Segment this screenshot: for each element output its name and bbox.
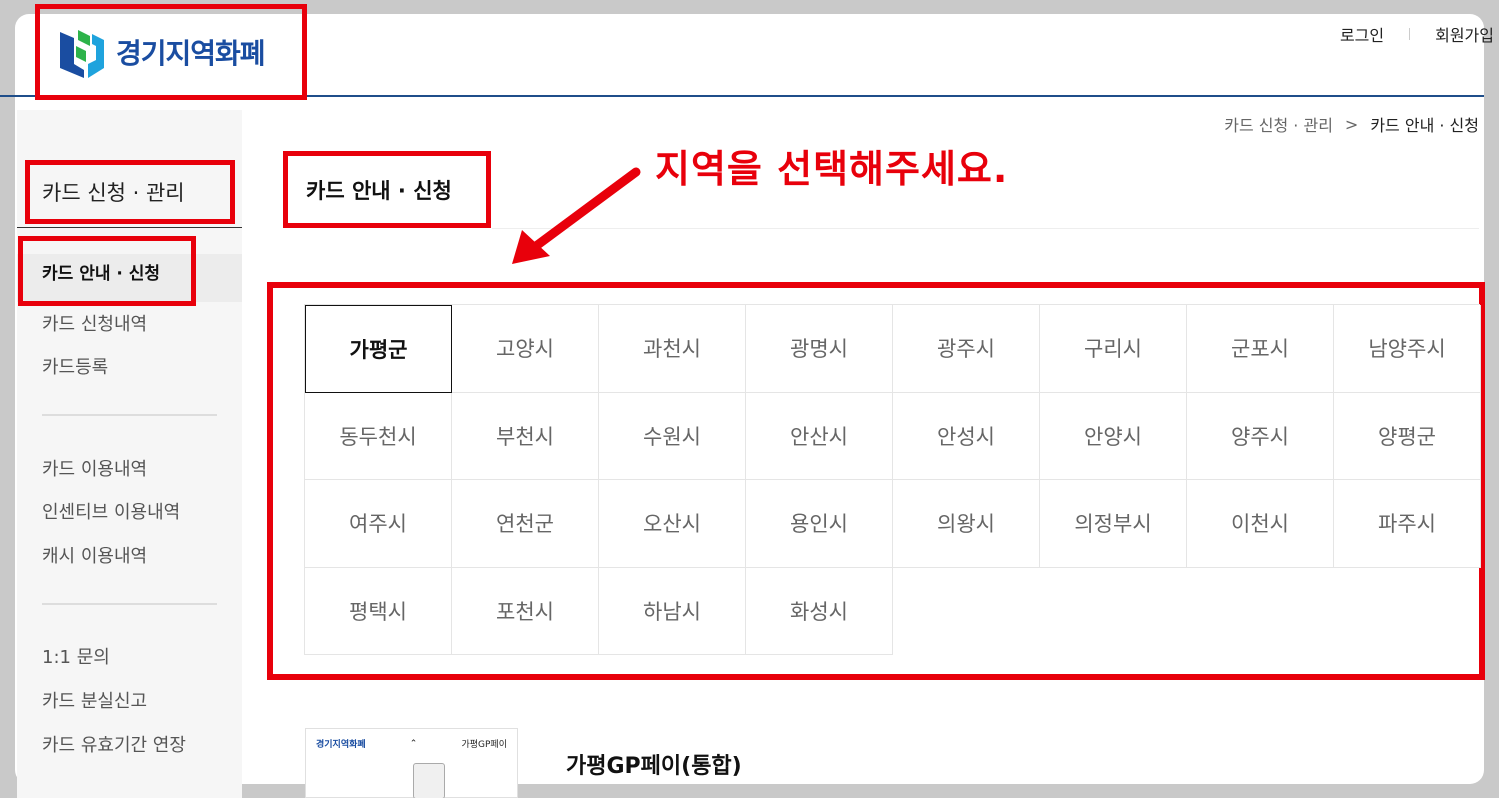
breadcrumb: 카드 신청 · 관리 > 카드 안내 · 신청 [1224,112,1479,136]
region-option[interactable]: 안양시 [1040,392,1187,480]
top-links: 로그인 회원가입 [1340,22,1494,46]
region-option[interactable]: 연천군 [452,480,599,568]
region-option[interactable]: 양주시 [1187,392,1334,480]
sidebar-item-card-guide[interactable]: 카드 안내 · 신청 [18,236,196,306]
region-grid: 가평군 고양시 과천시 광명시 광주시 구리시 군포시 남양주시동두천시 부천시 수원시 안산시 안성… [304,304,1481,655]
sidebar-item-card-extension[interactable]: 카드 유효기간 연장 [42,731,186,757]
login-link[interactable]: 로그인 [1340,22,1384,46]
sidebar-item-card-application-history[interactable]: 카드 신청내역 [42,310,147,336]
region-option[interactable]: 과천시 [599,305,746,393]
sidebar-title: 카드 신청 · 관리 [25,160,235,224]
region-option[interactable]: 동두천시 [305,392,452,480]
region-option[interactable]: 오산시 [599,480,746,568]
region-option[interactable]: 화성시 [746,567,893,655]
sidebar-item-incentive-usage[interactable]: 인센티브 이용내역 [42,498,180,524]
sidebar-item-lost-card-report[interactable]: 카드 분실신고 [42,687,147,713]
sidebar-divider [42,603,217,605]
region-option[interactable]: 부천시 [452,392,599,480]
card-chip-icon [413,763,445,798]
card-thumbnail-logo: 경기지역화폐 [316,740,366,750]
region-option[interactable]: 하남시 [599,567,746,655]
sidebar-item-cash-usage[interactable]: 캐시 이용내역 [42,542,147,568]
page-title: 카드 안내 · 신청 [283,151,491,228]
logo-text: 경기지역화폐 [116,37,266,70]
region-option[interactable]: 이천시 [1187,480,1334,568]
region-option[interactable]: 의왕시 [893,480,1040,568]
region-option[interactable]: 평택시 [305,567,452,655]
region-option[interactable]: 구리시 [1040,305,1187,393]
annotation-arrow-icon [512,167,641,264]
sidebar-title-underline [17,227,242,228]
signup-link[interactable]: 회원가입 [1435,22,1494,46]
region-option[interactable]: 의정부시 [1040,480,1187,568]
region-option[interactable]: 파주시 [1334,480,1481,568]
region-option[interactable]: 가평군 [305,305,452,393]
sidebar-divider [42,414,217,416]
top-links-separator [1409,28,1411,40]
region-option[interactable]: 광주시 [893,305,1040,393]
region-option[interactable]: 군포시 [1187,305,1334,393]
breadcrumb-separator: > [1344,114,1359,134]
region-option[interactable]: 여주시 [305,480,452,568]
card-thumbnail-label: 가평GP페이 [461,740,507,750]
breadcrumb-parent[interactable]: 카드 신청 · 관리 [1224,112,1333,136]
region-option[interactable]: 안산시 [746,392,893,480]
logo-mark-icon [54,24,110,80]
region-option[interactable]: 포천시 [452,567,599,655]
card-thumbnail[interactable]: 경기지역화폐 ⌃ 가평GP페이 [305,728,518,798]
breadcrumb-current: 카드 안내 · 신청 [1370,116,1479,135]
sidebar-item-card-usage[interactable]: 카드 이용내역 [42,455,147,481]
region-option[interactable]: 양평군 [1334,392,1481,480]
site-logo[interactable]: 경기지역화폐 [35,4,307,100]
region-option[interactable]: 광명시 [746,305,893,393]
sidebar-item-card-registration[interactable]: 카드등록 [42,353,108,379]
sidebar-item-inquiry[interactable]: 1:1 문의 [42,643,110,669]
chevron-up-icon: ⌃ [409,738,418,749]
card-name: 가평GP페이(통합) [566,754,742,779]
region-option[interactable]: 용인시 [746,480,893,568]
region-option[interactable]: 고양시 [452,305,599,393]
region-option[interactable]: 안성시 [893,392,1040,480]
card-thumbnail-header: 경기지역화폐 ⌃ 가평GP페이 [306,729,517,751]
region-option[interactable]: 수원시 [599,392,746,480]
region-option[interactable]: 남양주시 [1334,305,1481,393]
annotation-text: 지역을 선택해주세요. [655,147,1009,191]
